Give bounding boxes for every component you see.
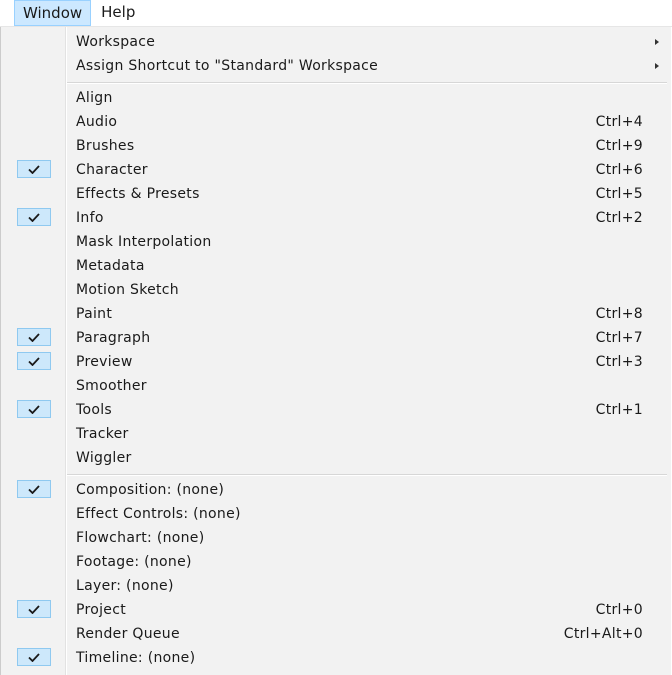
menu-item-label: Tracker bbox=[76, 426, 129, 442]
menu-item-label: Workspace bbox=[76, 34, 156, 50]
menu-bar: Window Help bbox=[0, 0, 672, 27]
menu-item-label: Align bbox=[76, 90, 113, 106]
menu-item-effect-controls-none[interactable]: Effect Controls: (none) bbox=[1, 502, 671, 526]
menu-item-preview[interactable]: Preview Ctrl+3 bbox=[1, 350, 671, 374]
menu-item-label: Character bbox=[76, 162, 148, 178]
menu-item-shortcut: Ctrl+5 bbox=[595, 186, 643, 202]
menu-item-paragraph[interactable]: Paragraph Ctrl+7 bbox=[1, 326, 671, 350]
menu-item-composition-none[interactable]: Composition: (none) bbox=[1, 478, 671, 502]
submenu-arrow-icon bbox=[655, 63, 659, 69]
menu-separator-2 bbox=[67, 474, 667, 476]
checkmark-icon bbox=[17, 480, 51, 498]
menu-item-paint[interactable]: Paint Ctrl+8 bbox=[1, 302, 671, 326]
checkmark-icon bbox=[17, 600, 51, 618]
menu-item-info[interactable]: Info Ctrl+2 bbox=[1, 206, 671, 230]
menu-separator-1 bbox=[67, 82, 667, 84]
checkmark-icon bbox=[17, 352, 51, 370]
menu-item-project[interactable]: Project Ctrl+0 bbox=[1, 598, 671, 622]
menu-item-label: Metadata bbox=[76, 258, 145, 274]
menu-item-workspace[interactable]: Workspace bbox=[1, 30, 671, 54]
menu-item-align[interactable]: Align bbox=[1, 86, 671, 110]
menu-item-motion-sketch[interactable]: Motion Sketch bbox=[1, 278, 671, 302]
menu-item-label: Footage: (none) bbox=[76, 554, 192, 570]
checkmark-icon bbox=[17, 328, 51, 346]
submenu-arrow-icon bbox=[655, 39, 659, 45]
checkmark-icon bbox=[17, 160, 51, 178]
window-menu-dropdown: Workspace Assign Shortcut to "Standard" W… bbox=[0, 27, 671, 675]
menubar-help[interactable]: Help bbox=[91, 0, 141, 26]
menu-item-timeline-none[interactable]: Timeline: (none) bbox=[1, 646, 671, 670]
menu-item-label: Layer: (none) bbox=[76, 578, 174, 594]
menu-item-label: Smoother bbox=[76, 378, 147, 394]
menu-item-layer-none[interactable]: Layer: (none) bbox=[1, 574, 671, 598]
menu-item-shortcut: Ctrl+3 bbox=[595, 354, 643, 370]
menu-item-label: Assign Shortcut to "Standard" Workspace bbox=[76, 58, 379, 74]
menu-item-shortcut: Ctrl+0 bbox=[595, 602, 643, 618]
menu-item-shortcut: Ctrl+Alt+0 bbox=[563, 626, 643, 642]
checkmark-icon bbox=[17, 400, 51, 418]
menu-item-label: Timeline: (none) bbox=[76, 650, 196, 666]
menu-item-shortcut: Ctrl+6 bbox=[595, 162, 643, 178]
menu-item-effects-presets[interactable]: Effects & Presets Ctrl+5 bbox=[1, 182, 671, 206]
menu-item-audio[interactable]: Audio Ctrl+4 bbox=[1, 110, 671, 134]
menubar-window[interactable]: Window bbox=[14, 0, 92, 26]
menu-item-character[interactable]: Character Ctrl+6 bbox=[1, 158, 671, 182]
menu-item-label: Preview bbox=[76, 354, 133, 370]
menu-item-label: Project bbox=[76, 602, 126, 618]
menu-item-shortcut: Ctrl+7 bbox=[595, 330, 643, 346]
menu-item-label: Brushes bbox=[76, 138, 135, 154]
menu-item-shortcut: Ctrl+1 bbox=[595, 402, 643, 418]
menu-item-shortcut: Ctrl+8 bbox=[595, 306, 643, 322]
menu-item-metadata[interactable]: Metadata bbox=[1, 254, 671, 278]
menu-item-label: Motion Sketch bbox=[76, 282, 179, 298]
menu-item-label: Audio bbox=[76, 114, 118, 130]
menu-item-label: Effects & Presets bbox=[76, 186, 200, 202]
menu-item-shortcut: Ctrl+9 bbox=[595, 138, 643, 154]
menu-item-footage-none[interactable]: Footage: (none) bbox=[1, 550, 671, 574]
menu-item-wiggler[interactable]: Wiggler bbox=[1, 446, 671, 470]
menu-item-smoother[interactable]: Smoother bbox=[1, 374, 671, 398]
menu-item-render-queue[interactable]: Render Queue Ctrl+Alt+0 bbox=[1, 622, 671, 646]
menu-item-label: Composition: (none) bbox=[76, 482, 225, 498]
menu-item-label: Tools bbox=[76, 402, 112, 418]
menu-item-label: Paragraph bbox=[76, 330, 151, 346]
menu-item-shortcut: Ctrl+4 bbox=[595, 114, 643, 130]
checkmark-icon bbox=[17, 208, 51, 226]
menu-item-label: Info bbox=[76, 210, 104, 226]
menu-item-label: Wiggler bbox=[76, 450, 132, 466]
menu-item-brushes[interactable]: Brushes Ctrl+9 bbox=[1, 134, 671, 158]
menu-item-tools[interactable]: Tools Ctrl+1 bbox=[1, 398, 671, 422]
checkmark-icon bbox=[17, 648, 51, 666]
menu-item-label: Mask Interpolation bbox=[76, 234, 212, 250]
menu-item-tracker[interactable]: Tracker bbox=[1, 422, 671, 446]
menu-item-shortcut: Ctrl+2 bbox=[595, 210, 643, 226]
menu-item-label: Render Queue bbox=[76, 626, 180, 642]
menu-item-flowchart-none[interactable]: Flowchart: (none) bbox=[1, 526, 671, 550]
menu-item-label: Flowchart: (none) bbox=[76, 530, 205, 546]
menu-item-label: Paint bbox=[76, 306, 113, 322]
menu-item-label: Effect Controls: (none) bbox=[76, 506, 241, 522]
menu-item-assign-shortcut-to-standard-workspace[interactable]: Assign Shortcut to "Standard" Workspace bbox=[1, 54, 671, 78]
menu-item-mask-interpolation[interactable]: Mask Interpolation bbox=[1, 230, 671, 254]
